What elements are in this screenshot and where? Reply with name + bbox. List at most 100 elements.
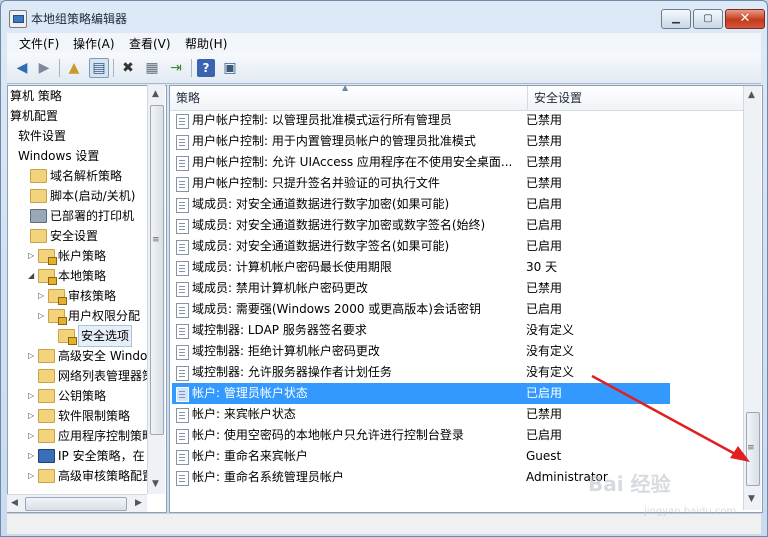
tree-horizontal-scrollbar[interactable]: ◀ ▶ [7, 494, 147, 512]
table-row[interactable]: 域成员: 对安全通道数据进行数字签名(如果可能) 已启用 [172, 236, 670, 257]
policy-setting-icon [176, 198, 189, 213]
back-arrow-icon[interactable]: ◀ [13, 59, 31, 77]
minimize-button[interactable]: ▁ [661, 9, 691, 29]
tree-vertical-scrollbar[interactable]: ▲ ≡ ▼ [147, 85, 165, 494]
collapsed-twisty-icon[interactable]: ▷ [28, 406, 38, 426]
expanded-twisty-icon[interactable]: ◢ [28, 266, 38, 286]
properties-icon[interactable]: ▦ [143, 59, 161, 77]
policy-name: 域成员: 计算机帐户密码最长使用期限 [192, 260, 392, 274]
tree-item-label: 已部署的打印机 [50, 209, 135, 223]
table-row[interactable]: 用户帐户控制: 用于内置管理员帐户的管理员批准模式 已禁用 [172, 131, 670, 152]
show-hide-tree-icon[interactable]: ▤ [89, 58, 109, 78]
menu-view[interactable]: 查看(V) [129, 35, 171, 52]
delete-icon[interactable]: ✖ [119, 59, 137, 77]
scroll-down-icon[interactable]: ▼ [152, 479, 159, 489]
tree-item-label: 软件限制策略 [58, 409, 131, 423]
maximize-button[interactable]: ▢ [693, 9, 723, 29]
security-folder-icon [38, 269, 57, 285]
policy-name: 域控制器: LDAP 服务器签名要求 [192, 323, 367, 337]
collapsed-twisty-icon[interactable]: ▷ [28, 426, 38, 446]
security-setting-value: 30 天 [526, 260, 558, 274]
ip-security-shield-icon [38, 449, 55, 463]
collapsed-twisty-icon[interactable]: ▷ [28, 446, 38, 466]
tree-item-label: 网络列表管理器策 [58, 369, 155, 383]
table-row[interactable]: 域控制器: 允许服务器操作者计划任务 没有定义 [172, 362, 670, 383]
close-button[interactable]: ✕ [725, 9, 765, 29]
table-row[interactable]: 域控制器: LDAP 服务器签名要求 没有定义 [172, 320, 670, 341]
policy-name: 域成员: 对安全通道数据进行数字签名(如果可能) [192, 239, 450, 253]
folder-icon [38, 369, 55, 383]
column-header-security-setting[interactable]: 安全设置 [527, 86, 744, 110]
table-row[interactable]: 域成员: 对安全通道数据进行数字加密(如果可能) 已启用 [172, 194, 670, 215]
view-icon[interactable]: ▣ [221, 59, 239, 77]
watermark-logo: Bai 经验 [588, 472, 671, 496]
column-header-policy[interactable]: 策略 [176, 86, 200, 110]
toolbar-separator [59, 59, 60, 77]
security-setting-value: 已禁用 [526, 407, 563, 421]
tree-hscroll-thumb[interactable] [25, 497, 127, 511]
table-row[interactable]: 帐户: 使用空密码的本地帐户只允许进行控制台登录 已启用 [172, 425, 670, 446]
table-row[interactable]: 帐户: 来宾帐户状态 已禁用 [172, 404, 670, 425]
window-title: 本地组策略编辑器 [31, 12, 128, 26]
tree-scroll-thumb[interactable] [150, 105, 164, 435]
security-setting-value: 已禁用 [526, 113, 563, 127]
table-row[interactable]: 域成员: 禁用计算机帐户密码更改 已禁用 [172, 278, 670, 299]
tree-item-label: 帐户策略 [58, 249, 107, 263]
security-setting-value: 没有定义 [526, 323, 575, 337]
folder-icon [38, 409, 55, 423]
policy-name: 帐户: 重命名来宾帐户 [192, 449, 308, 463]
forward-arrow-icon[interactable]: ▶ [35, 59, 53, 77]
collapsed-twisty-icon[interactable]: ▷ [28, 346, 38, 366]
table-row[interactable]: 域成员: 对安全通道数据进行数字加密或数字签名(始终) 已启用 [172, 215, 670, 236]
policy-name: 域成员: 需要强(Windows 2000 或更高版本)会话密钥 [192, 302, 481, 316]
table-row[interactable]: 域成员: 计算机帐户密码最长使用期限 30 天 [172, 257, 670, 278]
table-row[interactable]: 用户帐户控制: 允许 UIAccess 应用程序在不使用安全桌面... 已禁用 [172, 152, 670, 173]
list-vertical-scrollbar[interactable]: ▲ ≡ ▼ [743, 86, 761, 510]
security-folder-icon [48, 289, 67, 305]
policy-name: 用户帐户控制: 允许 UIAccess 应用程序在不使用安全桌面... [192, 155, 513, 169]
scroll-left-icon[interactable]: ◀ [11, 498, 18, 508]
tree-item-label: 脚本(启动/关机) [50, 189, 136, 203]
up-folder-icon[interactable]: ▲ [65, 59, 83, 77]
policy-list-pane[interactable]: ▲ 策略 安全设置 用户帐户控制: 以管理员批准模式运行所有管理员 已禁用 用户帐户… [169, 85, 763, 513]
tree-item-label: 审核策略 [68, 289, 117, 303]
security-folder-icon [48, 309, 67, 325]
collapsed-twisty-icon[interactable]: ▷ [38, 286, 48, 306]
table-row[interactable]: 帐户: 重命名来宾帐户 Guest [172, 446, 670, 467]
menu-help[interactable]: 帮助(H) [185, 35, 227, 52]
policy-setting-icon [176, 156, 189, 171]
tree-item-label: 应用程序控制策略 [58, 429, 155, 443]
collapsed-twisty-icon[interactable]: ▷ [38, 306, 48, 326]
folder-icon [30, 169, 47, 183]
tree-pane[interactable]: 算机 策略 算机配置 软件设置 Windows 设置 域名解析策略 脚本(启动/关机) 已部… [7, 85, 167, 513]
tree-item-label: 安全设置 [50, 229, 99, 243]
policy-setting-icon [176, 408, 189, 423]
collapsed-twisty-icon[interactable]: ▷ [28, 386, 38, 406]
collapsed-twisty-icon[interactable]: ▷ [28, 246, 38, 266]
security-setting-value: 已启用 [526, 386, 563, 400]
collapsed-twisty-icon[interactable]: ▷ [28, 466, 38, 486]
menu-action[interactable]: 操作(A) [73, 35, 115, 52]
folder-icon [30, 189, 47, 203]
security-setting-value: 已启用 [526, 239, 563, 253]
security-setting-value: 已启用 [526, 218, 563, 232]
title-bar[interactable]: 本地组策略编辑器 ▁ ▢ ✕ [1, 1, 767, 35]
table-row[interactable]: 用户帐户控制: 以管理员批准模式运行所有管理员 已禁用 [172, 110, 670, 131]
table-row[interactable]: 帐户: 管理员帐户状态 已启用 [172, 383, 670, 404]
tree-item-label: IP 安全策略，在 [58, 449, 145, 463]
scroll-right-icon[interactable]: ▶ [135, 498, 142, 508]
policy-setting-icon [176, 324, 189, 339]
table-row[interactable]: 域控制器: 拒绝计算机帐户密码更改 没有定义 [172, 341, 670, 362]
menu-file[interactable]: 文件(F) [19, 35, 59, 52]
table-row[interactable]: 域成员: 需要强(Windows 2000 或更高版本)会话密钥 已启用 [172, 299, 670, 320]
scroll-down-icon[interactable]: ▼ [748, 494, 755, 504]
help-icon[interactable]: ? [197, 59, 215, 77]
scroll-up-icon[interactable]: ▲ [152, 89, 159, 99]
policy-setting-icon [176, 345, 189, 360]
scroll-up-icon[interactable]: ▲ [748, 90, 755, 100]
sort-ascending-icon: ▲ [342, 85, 349, 92]
baidu-jingyan-watermark: Bai 经验 jingyan.baidu.com [588, 468, 736, 517]
export-list-icon[interactable]: ⇥ [167, 59, 185, 77]
table-row[interactable]: 用户帐户控制: 只提升签名并验证的可执行文件 已禁用 [172, 173, 670, 194]
toolbar-separator [191, 59, 192, 77]
